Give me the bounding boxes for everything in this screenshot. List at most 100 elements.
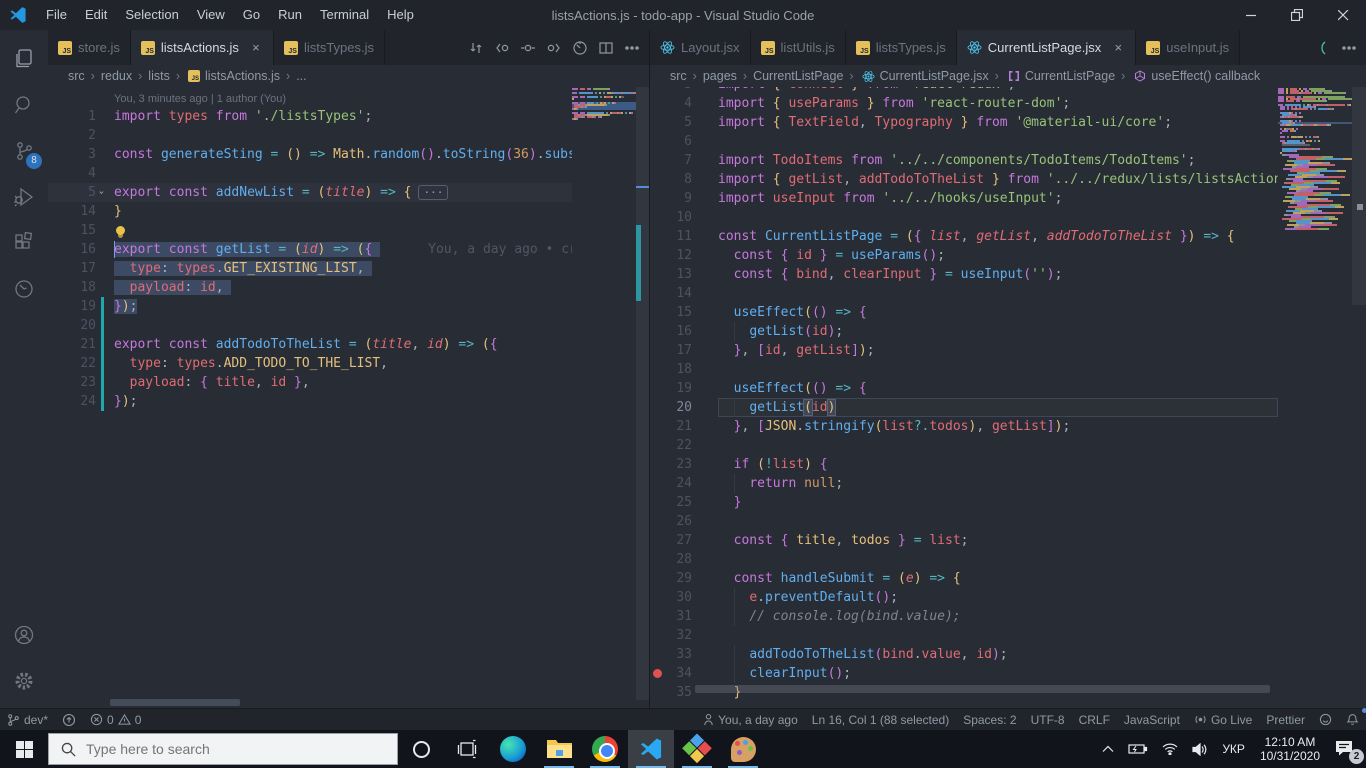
tab-liststypes-js[interactable]: listsTypes.js (273, 30, 386, 65)
code-line[interactable]: 3 const generateSting = () => Math.random… (48, 145, 572, 164)
close-tab-icon[interactable] (249, 40, 263, 55)
gutter[interactable]: 6 (650, 132, 718, 151)
encoding-indicator[interactable]: UTF-8 (1024, 709, 1072, 731)
gutter[interactable]: 16 (48, 240, 114, 259)
gutter[interactable]: 15 (650, 303, 718, 322)
gutter[interactable]: 25 (650, 493, 718, 512)
notifications-bell-icon[interactable] (1339, 707, 1366, 731)
language-mode[interactable]: JavaScript (1117, 709, 1187, 731)
gutter[interactable]: 24 (650, 474, 718, 493)
code-line[interactable]: 21 export const addTodoToTheList = (title… (48, 335, 572, 354)
code-line[interactable]: 10 (650, 208, 1278, 227)
fold-chevron-icon[interactable] (92, 189, 111, 195)
battery-icon[interactable] (1121, 743, 1155, 755)
breadcrumb-item[interactable]: useEffect() callback (1149, 69, 1262, 83)
gutter[interactable]: 29 (650, 569, 718, 588)
gutter[interactable]: 1 (48, 107, 114, 126)
code-line[interactable]: 5 import { TextField, Typography } from '… (650, 113, 1278, 132)
blame-annotation[interactable]: You, 3 minutes ago | 1 author (You) (48, 91, 572, 107)
gutter[interactable]: 22 (48, 354, 114, 373)
code-line[interactable]: 15 useEffect(() => { (650, 303, 1278, 322)
tray-chevron-icon[interactable] (1095, 745, 1121, 753)
gutter[interactable]: 4 (48, 164, 114, 183)
gutter[interactable]: 32 (650, 626, 718, 645)
gutter[interactable]: 30 (650, 588, 718, 607)
run-debug-icon[interactable] (0, 174, 48, 220)
breadcrumb-item[interactable]: pages (701, 69, 739, 83)
clipped-action-icon[interactable] (1312, 37, 1334, 59)
code-line[interactable]: 4 import { useParams } from 'react-router… (650, 94, 1278, 113)
scrollbar-vertical[interactable] (1352, 87, 1366, 708)
gutter[interactable]: 22 (650, 436, 718, 455)
gutter[interactable]: 16 (650, 322, 718, 341)
gutter[interactable]: 17 (48, 259, 114, 278)
more-actions-icon[interactable] (621, 37, 643, 59)
code-line[interactable]: 20 (48, 316, 572, 335)
search-icon[interactable] (0, 82, 48, 128)
code-line[interactable]: 26 (650, 512, 1278, 531)
gutter[interactable] (48, 91, 114, 107)
code-line[interactable]: 22 (650, 436, 1278, 455)
gutter[interactable]: 20 (650, 398, 718, 417)
tab-currentlistpage-jsx[interactable]: CurrentListPage.jsx (956, 30, 1137, 65)
tab-liststypes-js-2[interactable]: listsTypes.js (845, 30, 957, 65)
gutter[interactable]: 9 (650, 189, 718, 208)
gutter[interactable]: 34 (650, 664, 718, 683)
code-line[interactable]: 3 import { connect } from 'react-redux'; (650, 87, 1278, 94)
breadcrumb-item[interactable]: CurrentListPage (751, 69, 845, 83)
breadcrumb-item[interactable]: CurrentListPage.jsx (878, 69, 991, 83)
cortana-button[interactable] (398, 730, 444, 768)
gutter[interactable]: 24 (48, 392, 114, 411)
code-line[interactable]: 19}); (48, 297, 572, 316)
breadcrumb-item[interactable]: listsActions.js (203, 69, 282, 83)
explorer-icon[interactable] (0, 36, 48, 82)
menu-file[interactable]: File (37, 0, 76, 30)
code-line[interactable]: 6 (650, 132, 1278, 151)
code-line[interactable]: 19 useEffect(() => { (650, 379, 1278, 398)
code-line[interactable]: 32 (650, 626, 1278, 645)
code-line[interactable]: 21 }, [JSON.stringify(list?.todos), getL… (650, 417, 1278, 436)
tab-layout-jsx[interactable]: Layout.jsx (650, 30, 751, 65)
cursor-position[interactable]: Ln 16, Col 1 (88 selected) (805, 709, 956, 731)
scrollbar-horizontal[interactable] (695, 685, 1270, 693)
gutter[interactable]: 33 (650, 645, 718, 664)
gutter[interactable]: 5 (650, 113, 718, 132)
close-button[interactable] (1320, 0, 1366, 30)
code-line[interactable]: 23 payload: { title, id }, (48, 373, 572, 392)
code-line[interactable]: 7 import TodoItems from '../../components… (650, 151, 1278, 170)
source-control-icon[interactable]: 8 (0, 128, 48, 174)
breadcrumb-item[interactable]: CurrentListPage (1023, 69, 1117, 83)
gutter[interactable]: 19 (48, 297, 114, 316)
gutter[interactable]: 8 (650, 170, 718, 189)
search-input[interactable] (86, 741, 336, 757)
account-icon[interactable] (0, 612, 48, 658)
taskbar-search[interactable] (48, 733, 398, 765)
code-line[interactable]: 31 // console.log(bind.value); (650, 607, 1278, 626)
gutter[interactable]: 10 (650, 208, 718, 227)
task-view-button[interactable] (444, 730, 490, 768)
code-line[interactable]: 8 import { getList, addTodoToTheList } fr… (650, 170, 1278, 189)
compare-changes-icon[interactable] (465, 37, 487, 59)
next-change-icon[interactable] (543, 37, 565, 59)
code-line[interactable]: 18 payload: id, (48, 278, 572, 297)
git-branch-indicator[interactable]: dev* (0, 709, 55, 731)
gutter[interactable]: 14 (48, 202, 114, 221)
code-line[interactable]: 17 }, [id, getList]); (650, 341, 1278, 360)
gutter[interactable]: 20 (48, 316, 114, 335)
extensions-icon[interactable] (0, 220, 48, 266)
menu-run[interactable]: Run (269, 0, 311, 30)
open-changes-icon[interactable] (517, 37, 539, 59)
previous-change-icon[interactable] (491, 37, 513, 59)
gutter[interactable]: 19 (650, 379, 718, 398)
code-line[interactable]: 16 export const getList = (id) => ({ You,… (48, 240, 572, 259)
breadcrumb-item[interactable]: src (66, 69, 87, 83)
minimap[interactable] (1278, 88, 1352, 230)
code-line[interactable]: 13 const { bind, clearInput } = useInput… (650, 265, 1278, 284)
language-indicator[interactable]: УКР (1215, 742, 1252, 756)
minimap[interactable] (572, 88, 636, 120)
vscode-taskbar-icon[interactable] (628, 730, 674, 768)
gutter[interactable]: 11 (650, 227, 718, 246)
close-tab-icon[interactable] (1111, 40, 1125, 55)
code-line[interactable]: 22 type: types.ADD_TODO_TO_THE_LIST, (48, 354, 572, 373)
gutter[interactable]: 21 (650, 417, 718, 436)
